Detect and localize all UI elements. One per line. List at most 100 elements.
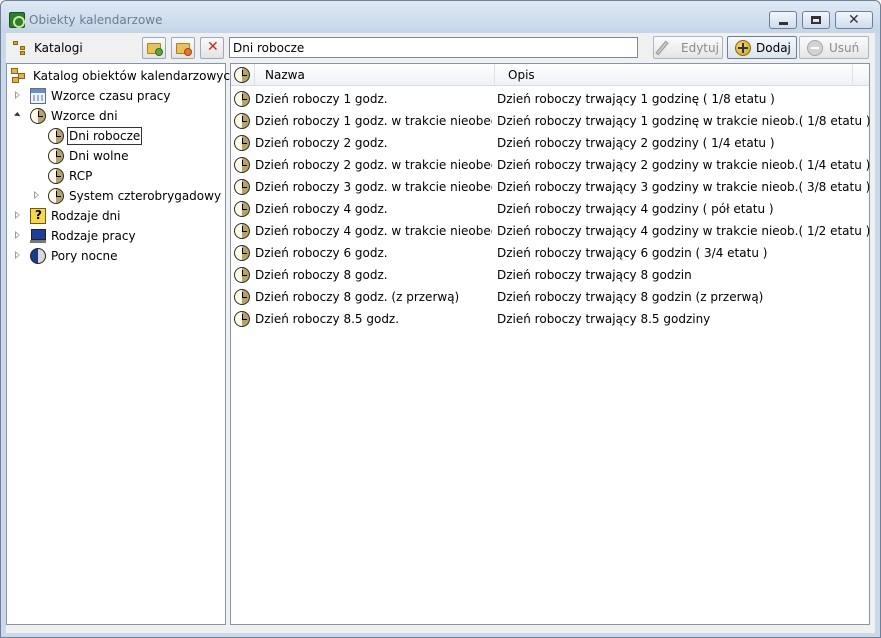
expand-arrow-icon[interactable] xyxy=(15,231,20,239)
edit-folder-button[interactable] xyxy=(171,37,195,59)
tree-item-rodzaje-pracy[interactable]: Rodzaje pracy xyxy=(7,226,225,246)
clock-icon xyxy=(48,188,64,204)
add-icon xyxy=(735,40,751,56)
tree-item-dni-robocze[interactable]: Dni robocze xyxy=(7,126,225,146)
row-description: Dzień roboczy trwający 4 godziny w trakc… xyxy=(497,224,871,238)
tree-item-label: Dni wolne xyxy=(69,149,129,163)
expand-arrow-icon[interactable] xyxy=(34,191,39,199)
window-title: Obiekty kalendarzowe xyxy=(29,13,163,27)
list-row[interactable]: Dzień roboczy 2 godz. w trakcie nieobecn… xyxy=(231,154,871,176)
icon-column-header[interactable] xyxy=(231,64,255,86)
list-row[interactable]: Dzień roboczy 8 godz. (z przerwą) Dzień r… xyxy=(231,286,869,308)
clock-icon xyxy=(234,179,250,195)
maximize-button[interactable] xyxy=(802,11,830,29)
list-row[interactable]: Dzień roboczy 4 godz. w trakcie nieobecn… xyxy=(231,220,871,242)
row-name: Dzień roboczy 1 godz. xyxy=(255,92,388,106)
clock-icon xyxy=(234,245,250,261)
objects-list[interactable]: Nazwa Opis Dzień roboczy 1 godz. Dzień ro… xyxy=(230,63,871,625)
list-row[interactable]: Dzień roboczy 3 godz. w trakcie nieobecn… xyxy=(231,176,871,198)
row-description: Dzień roboczy trwający 1 godzinę ( 1/8 e… xyxy=(497,92,775,106)
row-name: Dzień roboczy 1 godz. w trakcie nieobecn… xyxy=(255,114,492,128)
collapse-arrow-icon[interactable] xyxy=(13,111,22,120)
column-header-description[interactable]: Opis xyxy=(496,64,853,86)
minimize-button[interactable] xyxy=(769,11,797,29)
row-description: Dzień roboczy trwający 8.5 godziny xyxy=(497,312,711,326)
row-name: Dzień roboczy 4 godz. xyxy=(255,202,388,216)
client-area: Katalogi ✕ Edytuj Dodaj Usuń Katalog obi… xyxy=(6,33,875,633)
clock-icon xyxy=(234,311,250,327)
title-bar[interactable]: Obiekty kalendarzowe ✕ xyxy=(1,1,880,33)
list-row[interactable]: Dzień roboczy 8.5 godz. Dzień roboczy trw… xyxy=(231,308,869,330)
tree-item-rodzaje-dni[interactable]: Rodzaje dni xyxy=(7,206,225,226)
clock-icon xyxy=(234,157,250,173)
tree-item-label: System czterobrygadowy xyxy=(69,189,222,203)
expand-arrow-icon[interactable] xyxy=(15,91,20,99)
night-clock-icon xyxy=(30,248,46,264)
clock-icon xyxy=(234,67,250,83)
row-description: Dzień roboczy trwający 1 godzinę w trakc… xyxy=(497,114,871,128)
row-name: Dzień roboczy 4 godz. w trakcie nieobecn… xyxy=(255,224,492,238)
row-description: Dzień roboczy trwający 2 godziny w trakc… xyxy=(497,158,871,172)
list-row[interactable]: Dzień roboczy 8 godz. Dzień roboczy trwaj… xyxy=(231,264,869,286)
clock-icon xyxy=(234,201,250,217)
new-folder-icon xyxy=(147,43,163,56)
row-name: Dzień roboczy 8 godz. xyxy=(255,268,388,282)
row-description: Dzień roboczy trwający 8 godzin xyxy=(497,268,692,282)
edit-folder-icon xyxy=(176,43,192,56)
calendar-icon xyxy=(30,88,46,104)
tree-item-label: RCP xyxy=(69,169,93,183)
add-folder-button[interactable] xyxy=(142,37,166,59)
tree-item-system-czterobrygadowy[interactable]: System czterobrygadowy xyxy=(7,186,225,206)
remove-icon xyxy=(807,40,823,56)
tree-item-label: Wzorce dni xyxy=(51,109,118,123)
tree-item-root[interactable]: Katalog obiektów kalendarzowych xyxy=(7,66,238,86)
row-name: Dzień roboczy 8 godz. (z przerwą) xyxy=(255,290,460,304)
row-description: Dzień roboczy trwający 8 godzin (z przer… xyxy=(497,290,764,304)
edit-button[interactable]: Edytuj xyxy=(653,36,723,59)
catalogs-label: Katalogi xyxy=(34,41,83,55)
delete-button[interactable]: Usuń xyxy=(799,36,869,59)
clock-icon xyxy=(48,168,64,184)
row-name: Dzień roboczy 2 godz. w trakcie nieobecn… xyxy=(255,158,492,172)
row-description: Dzień roboczy trwający 6 godzin ( 3/4 et… xyxy=(497,246,768,260)
tree-item-wzorce-dni[interactable]: Wzorce dni xyxy=(7,106,225,126)
row-description: Dzień roboczy trwający 4 godziny ( pół e… xyxy=(497,202,774,216)
list-row[interactable]: Dzień roboczy 2 godz. Dzień roboczy trwaj… xyxy=(231,132,869,154)
catalog-tree[interactable]: Katalog obiektów kalendarzowych Wzorce c… xyxy=(6,63,238,625)
list-row[interactable]: Dzień roboczy 1 godz. w trakcie nieobecn… xyxy=(231,110,871,132)
pencil-icon xyxy=(655,40,669,56)
row-name: Dzień roboczy 3 godz. w trakcie nieobecn… xyxy=(255,180,492,194)
tree-item-pory-nocne[interactable]: Pory nocne xyxy=(7,246,225,266)
clock-icon xyxy=(234,113,250,129)
tree-item-rcp[interactable]: RCP xyxy=(7,166,225,186)
main-window: Obiekty kalendarzowe ✕ Katalogi ✕ Edytuj… xyxy=(0,0,881,638)
list-row[interactable]: Dzień roboczy 6 godz. Dzień roboczy trwaj… xyxy=(231,242,869,264)
column-header-name[interactable]: Nazwa xyxy=(255,64,495,86)
catalog-root-icon xyxy=(11,68,27,84)
tree-item-dni-wolne[interactable]: Dni wolne xyxy=(7,146,225,166)
expand-arrow-icon[interactable] xyxy=(15,251,20,259)
tree-item-label: Rodzaje pracy xyxy=(51,229,136,243)
clock-icon xyxy=(234,91,250,107)
current-folder-field[interactable] xyxy=(229,37,638,58)
tree-item-label: Rodzaje dni xyxy=(51,209,121,223)
add-label: Dodaj xyxy=(756,41,791,55)
close-button[interactable]: ✕ xyxy=(835,11,873,29)
list-row[interactable]: Dzień roboczy 1 godz. Dzień roboczy trwaj… xyxy=(231,88,869,110)
tree-item-wzorce-czasu-pracy[interactable]: Wzorce czasu pracy xyxy=(7,86,225,106)
minimize-icon xyxy=(779,22,788,25)
close-icon: ✕ xyxy=(848,12,860,28)
delete-label: Usuń xyxy=(829,41,860,55)
delete-folder-button[interactable]: ✕ xyxy=(200,37,224,59)
list-header: Nazwa Opis xyxy=(231,64,869,86)
row-name: Dzień roboczy 6 godz. xyxy=(255,246,388,260)
tree-item-label: Pory nocne xyxy=(51,249,118,263)
clock-icon xyxy=(30,108,46,124)
row-description: Dzień roboczy trwający 3 godziny w trakc… xyxy=(497,180,871,194)
list-row[interactable]: Dzień roboczy 4 godz. Dzień roboczy trwaj… xyxy=(231,198,869,220)
tree-item-label-selected: Dni robocze xyxy=(67,127,143,145)
expand-arrow-icon[interactable] xyxy=(15,211,20,219)
add-button[interactable]: Dodaj xyxy=(727,36,797,59)
clock-icon xyxy=(48,128,64,144)
clock-icon xyxy=(234,267,250,283)
